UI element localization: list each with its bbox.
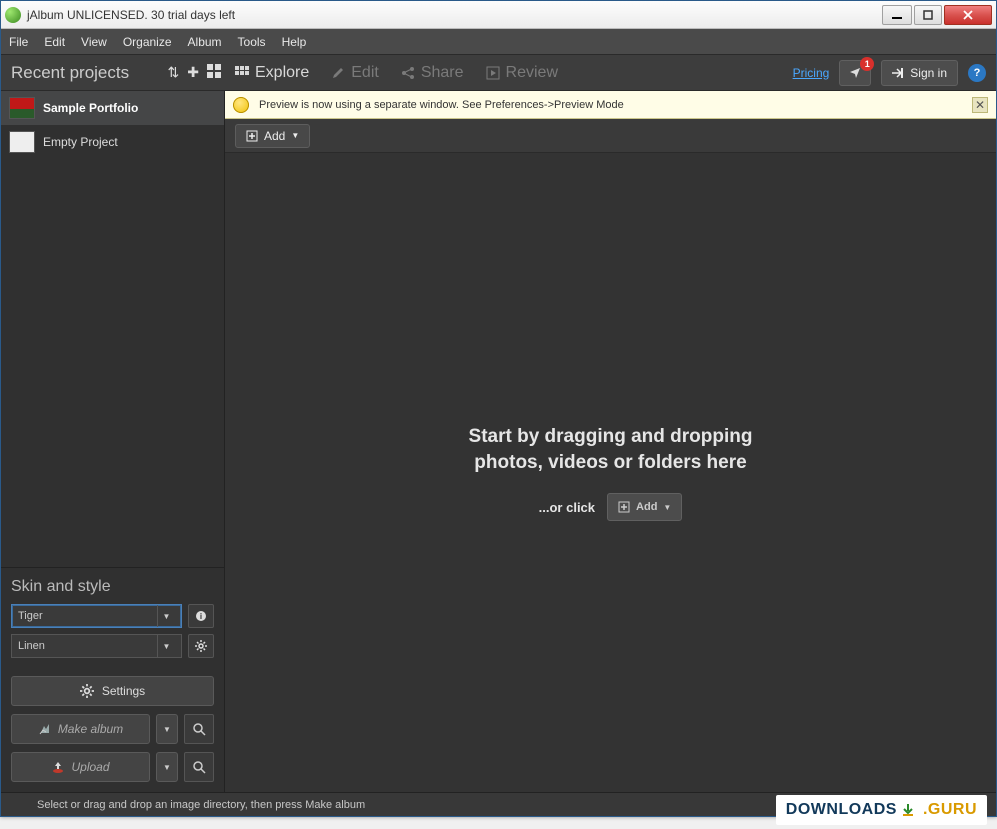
make-album-button[interactable]: Make album: [11, 714, 150, 744]
skin-value: Tiger: [18, 610, 43, 622]
content-toolbar: Add ▼: [225, 119, 996, 153]
menu-view[interactable]: View: [81, 35, 107, 49]
close-button[interactable]: [944, 5, 992, 25]
menu-organize[interactable]: Organize: [123, 35, 172, 49]
sidebar-title: Recent projects: [11, 63, 129, 83]
tab-explore-label: Explore: [255, 64, 309, 82]
top-right: Pricing 1 Sign in ?: [793, 60, 986, 86]
drop-line1: Start by dragging and dropping: [469, 424, 753, 450]
menu-album[interactable]: Album: [188, 35, 222, 49]
sidebar: Sample Portfolio Empty Project Skin and …: [1, 91, 225, 792]
settings-label: Settings: [102, 684, 145, 698]
app-window: jAlbum UNLICENSED. 30 trial days left Fi…: [0, 0, 997, 817]
project-thumb: [9, 97, 35, 119]
pricing-link[interactable]: Pricing: [793, 66, 830, 80]
add-project-icon[interactable]: ✚: [187, 64, 199, 81]
chevron-down-icon: ▼: [157, 635, 175, 657]
project-list: Sample Portfolio Empty Project: [1, 91, 224, 567]
info-bar: Preview is now using a separate window. …: [225, 91, 996, 119]
body: Sample Portfolio Empty Project Skin and …: [1, 91, 996, 792]
chevron-down-icon: ▼: [291, 131, 299, 140]
notif-badge: 1: [860, 57, 874, 71]
notifications-button[interactable]: 1: [839, 60, 871, 86]
lightbulb-icon: [233, 97, 249, 113]
titlebar: jAlbum UNLICENSED. 30 trial days left: [1, 1, 996, 29]
upload-label: Upload: [71, 760, 109, 774]
project-item[interactable]: Empty Project: [1, 125, 224, 159]
menu-tools[interactable]: Tools: [238, 35, 266, 49]
view-tabs: Explore Edit Share Review: [235, 64, 558, 82]
tab-edit[interactable]: Edit: [331, 64, 379, 82]
status-text: Select or drag and drop an image directo…: [37, 799, 365, 811]
style-value: Linen: [18, 640, 45, 652]
project-item[interactable]: Sample Portfolio: [1, 91, 224, 125]
style-select[interactable]: Linen ▼: [11, 634, 182, 658]
add-button-center[interactable]: Add ▼: [607, 493, 682, 521]
tab-share[interactable]: Share: [401, 64, 464, 82]
add-label: Add: [264, 129, 285, 143]
signin-button[interactable]: Sign in: [881, 60, 958, 86]
sort-icon[interactable]: ⇅: [168, 64, 180, 81]
tab-explore[interactable]: Explore: [235, 64, 309, 82]
upload-preview-button[interactable]: [184, 752, 214, 782]
project-name: Sample Portfolio: [43, 101, 138, 115]
or-click-row: ...or click Add ▼: [539, 493, 683, 521]
tab-review[interactable]: Review: [486, 64, 558, 82]
app-icon: [5, 7, 21, 23]
info-text: Preview is now using a separate window. …: [259, 99, 624, 111]
info-close-button[interactable]: ✕: [972, 97, 988, 113]
drop-canvas[interactable]: Start by dragging and dropping photos, v…: [225, 153, 996, 792]
make-album-label: Make album: [58, 722, 123, 736]
skin-panel: Skin and style Tiger ▼ i Linen ▼: [1, 567, 224, 670]
make-preview-button[interactable]: [184, 714, 214, 744]
svg-text:i: i: [200, 612, 202, 621]
add-center-label: Add: [636, 501, 657, 513]
add-button[interactable]: Add ▼: [235, 124, 310, 148]
drop-line2: photos, videos or folders here: [469, 450, 753, 476]
upload-button[interactable]: Upload: [11, 752, 150, 782]
window-title: jAlbum UNLICENSED. 30 trial days left: [27, 8, 882, 22]
menu-help[interactable]: Help: [282, 35, 307, 49]
download-icon: [901, 803, 915, 817]
watermark-b: .GURU: [923, 801, 977, 819]
drop-text: Start by dragging and dropping photos, v…: [469, 424, 753, 475]
style-settings-button[interactable]: [188, 634, 214, 658]
tab-share-label: Share: [421, 64, 464, 82]
settings-button[interactable]: Settings: [11, 676, 214, 706]
project-thumb: [9, 131, 35, 153]
or-click-text: ...or click: [539, 500, 595, 515]
action-panel: Settings Make album ▼ Upload ▼: [1, 670, 224, 792]
chevron-down-icon: ▼: [663, 503, 671, 512]
sidebar-header: Recent projects ⇅ ✚: [11, 63, 221, 83]
watermark-a: DOWNLOADS: [786, 801, 897, 819]
project-name: Empty Project: [43, 135, 118, 149]
tab-edit-label: Edit: [351, 64, 379, 82]
skin-select[interactable]: Tiger ▼: [11, 604, 182, 628]
chevron-down-icon: ▼: [157, 605, 175, 627]
skin-title: Skin and style: [11, 578, 214, 596]
watermark: DOWNLOADS .GURU: [776, 795, 987, 825]
menu-file[interactable]: File: [9, 35, 28, 49]
upload-dropdown[interactable]: ▼: [156, 752, 178, 782]
make-album-dropdown[interactable]: ▼: [156, 714, 178, 744]
signin-label: Sign in: [910, 66, 947, 80]
top-strip: Recent projects ⇅ ✚ Explore Edit Share: [1, 55, 996, 91]
help-icon[interactable]: ?: [968, 64, 986, 82]
tab-review-label: Review: [506, 64, 558, 82]
menu-edit[interactable]: Edit: [44, 35, 65, 49]
main-area: Preview is now using a separate window. …: [225, 91, 996, 792]
skin-info-button[interactable]: i: [188, 604, 214, 628]
minimize-button[interactable]: [882, 5, 912, 25]
menubar: File Edit View Organize Album Tools Help: [1, 29, 996, 55]
grid-view-icon[interactable]: [207, 64, 221, 81]
maximize-button[interactable]: [914, 5, 942, 25]
window-buttons: [882, 5, 992, 25]
